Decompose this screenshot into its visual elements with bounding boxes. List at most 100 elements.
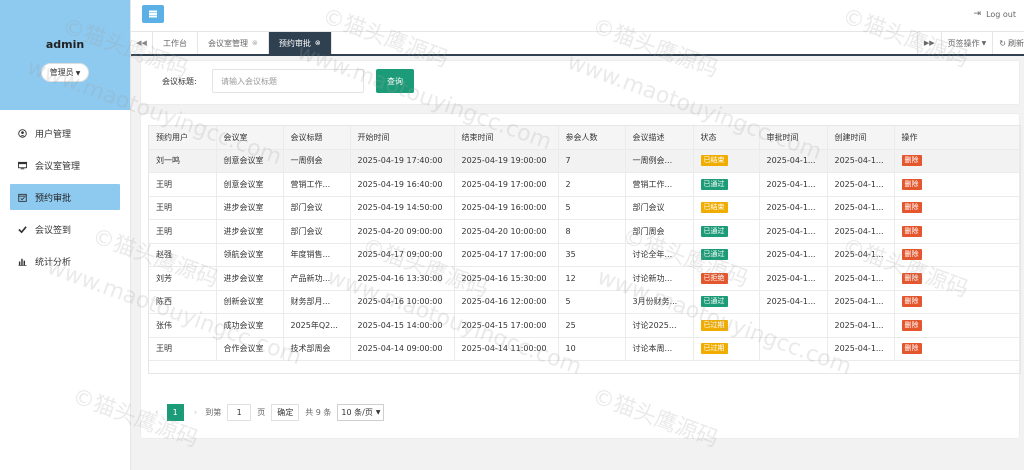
- delete-button[interactable]: 删除: [901, 249, 922, 261]
- next-page-icon[interactable]: ›: [194, 408, 198, 418]
- delete-button[interactable]: 删除: [901, 272, 922, 284]
- table-cell: 2025-04-19 14:50:00: [350, 196, 455, 220]
- status-badge: 已结束: [700, 155, 728, 167]
- table-cell: 讨论2025...: [625, 313, 694, 338]
- double-chevron-left-icon: ◀◀: [136, 39, 147, 47]
- tab-workbench[interactable]: 工作台: [153, 32, 198, 54]
- table-cell: 12: [558, 266, 626, 291]
- table-cell: 已通过: [693, 243, 760, 267]
- role-label: 管理员: [49, 68, 74, 77]
- delete-button[interactable]: 删除: [901, 178, 922, 190]
- table-row[interactable]: 赵强 领航会议室 年度销售... 2025-04-17 09:00:00 2025-04…: [149, 243, 1020, 267]
- table-cell: 删除: [894, 196, 1020, 220]
- calendar-check-icon: [17, 192, 27, 202]
- close-icon[interactable]: ⊗: [315, 39, 321, 47]
- column-header: 结束时间: [454, 126, 559, 150]
- refresh-icon: ↻: [999, 38, 1006, 48]
- tab-booking-approval[interactable]: 预约审批 ⊗: [268, 32, 332, 54]
- table-cell: 2025-04-1...: [759, 196, 828, 220]
- table-cell: 删除: [894, 337, 1020, 361]
- table-cell: 已结束: [693, 149, 760, 173]
- delete-button[interactable]: 删除: [901, 343, 922, 355]
- column-header: 参会人数: [558, 126, 626, 150]
- table-cell: 35: [558, 243, 626, 267]
- table-cell: 2025-04-19 16:00:00: [454, 196, 559, 220]
- tabs-right-tools: ▶▶ 页签操作 ▼ ↻ 刷新: [916, 32, 1024, 54]
- sidebar-item-statistics[interactable]: 统计分析: [10, 248, 120, 274]
- sidebar-item-check-in[interactable]: 会议签到: [10, 216, 120, 242]
- menu-toggle-button[interactable]: [142, 5, 164, 23]
- double-chevron-right-icon: ▶▶: [923, 39, 935, 47]
- table-row[interactable]: 王明 进步会议室 部门会议 2025-04-19 14:50:00 2025-04-19…: [149, 196, 1020, 220]
- role-dropdown[interactable]: 管理员 ▼: [40, 63, 90, 82]
- close-icon[interactable]: ⊗: [252, 39, 258, 47]
- table-cell: 已通过: [693, 219, 760, 244]
- search-panel: 会议标题: 查询: [140, 60, 1020, 105]
- table-cell: 进步会议室: [216, 196, 284, 220]
- table-row[interactable]: 张伟 成功会议室 2025年Q2... 2025-04-15 14:00:00 2025…: [149, 313, 1020, 338]
- table-cell: 讨论新功...: [625, 266, 694, 291]
- delete-button[interactable]: 删除: [901, 225, 922, 237]
- table-cell: 2025-04-14 09:00:00: [350, 337, 455, 361]
- table-cell: [759, 313, 828, 338]
- delete-button[interactable]: 删除: [901, 319, 922, 331]
- table-cell: 一周例会...: [625, 149, 694, 173]
- table-panel: 预约用户 会议室 会议标题 开始时间 结束时间 参会人数 会议描述 状态 审批时间 创建时间 操作 …: [140, 113, 1021, 439]
- search-input[interactable]: [212, 69, 364, 93]
- table-cell: 5: [558, 196, 626, 220]
- column-header: 开始时间: [350, 126, 455, 150]
- table-cell: 2025-04-1...: [827, 337, 895, 361]
- delete-button[interactable]: 删除: [901, 155, 922, 167]
- tab-room-management[interactable]: 会议室管理 ⊗: [198, 32, 269, 54]
- username: admin: [45, 38, 85, 51]
- top-bar: ⇥ Log out: [131, 0, 1024, 31]
- tabs-scroll-left-button[interactable]: ◀◀: [131, 32, 153, 54]
- sidebar-item-room-management[interactable]: 会议室管理: [10, 152, 120, 178]
- table-cell: 删除: [894, 172, 1020, 197]
- status-badge: 已通过: [700, 249, 728, 261]
- table-row[interactable]: 刘一鸣 创意会议室 一周例会 2025-04-19 17:40:00 2025-04-1…: [149, 149, 1020, 173]
- caret-down-icon: ▼: [981, 39, 987, 47]
- table-cell: 部门会议: [283, 219, 351, 244]
- logout-link[interactable]: ⇥ Log out: [974, 9, 1016, 19]
- goto-page-input[interactable]: 1: [227, 404, 252, 421]
- table-cell: 2025年Q2...: [283, 313, 351, 338]
- sign-out-icon: ⇥: [973, 9, 982, 19]
- table-header-row: 预约用户 会议室 会议标题 开始时间 结束时间 参会人数 会议描述 状态 审批时间 创建时间 操作: [149, 126, 1020, 150]
- current-page-button[interactable]: 1: [166, 404, 184, 421]
- status-badge: 已过期: [700, 343, 728, 355]
- table-cell: 讨论全年...: [625, 243, 694, 267]
- table-cell: 删除: [894, 243, 1020, 267]
- table-cell: 赵强: [149, 243, 217, 267]
- search-button[interactable]: 查询: [376, 69, 414, 93]
- goto-confirm-button[interactable]: 确定: [271, 404, 300, 421]
- column-header: 操作: [894, 126, 1020, 150]
- table-row[interactable]: 王明 创意会议室 营销工作... 2025-04-19 16:40:00 2025-04…: [149, 172, 1020, 197]
- sidebar-menu: 用户管理 会议室管理 预约审批 会议签到 统计分析: [0, 120, 130, 274]
- table-row[interactable]: 王明 合作会议室 技术部周会 2025-04-14 09:00:00 2025-04-1…: [149, 337, 1020, 361]
- table-container: 预约用户 会议室 会议标题 开始时间 结束时间 参会人数 会议描述 状态 审批时间 创建时间 操作 …: [148, 125, 1021, 374]
- table-row[interactable]: 刘芳 进步会议室 产品新功... 2025-04-16 13:30:00 2025-04…: [149, 266, 1020, 291]
- table-cell: 财务部月...: [283, 290, 351, 314]
- tab-operations-dropdown[interactable]: 页签操作 ▼: [940, 32, 993, 54]
- sidebar-item-booking-approval[interactable]: 预约审批: [10, 184, 120, 210]
- refresh-button[interactable]: ↻ 刷新: [992, 32, 1024, 54]
- table-row[interactable]: 陈西 创新会议室 财务部月... 2025-04-16 10:00:00 2025-04…: [149, 290, 1020, 314]
- table-cell: 2025-04-15 14:00:00: [350, 313, 455, 338]
- sidebar-item-label: 预约审批: [35, 193, 72, 204]
- table-cell: 7: [558, 149, 626, 173]
- table-cell: 2025-04-19 19:00:00: [454, 149, 559, 173]
- tabs-scroll-right-button[interactable]: ▶▶: [916, 32, 941, 54]
- page-size-select[interactable]: 10 条/页 ▼: [337, 404, 385, 421]
- table-cell: 2025-04-16 13:30:00: [350, 266, 455, 291]
- table-cell: 已通过: [693, 172, 760, 197]
- table-cell: 2025-04-1...: [827, 243, 895, 267]
- column-header: 会议描述: [625, 126, 694, 150]
- table-row[interactable]: 王明 进步会议室 部门会议 2025-04-20 09:00:00 2025-04-20…: [149, 219, 1020, 244]
- table-cell: 2025-04-16 15:30:00: [454, 266, 559, 291]
- sidebar-item-user-management[interactable]: 用户管理: [10, 120, 120, 146]
- table-cell: 部门会议: [625, 196, 694, 220]
- delete-button[interactable]: 删除: [901, 296, 922, 308]
- delete-button[interactable]: 删除: [901, 202, 922, 214]
- prev-page-icon[interactable]: ‹: [155, 408, 159, 418]
